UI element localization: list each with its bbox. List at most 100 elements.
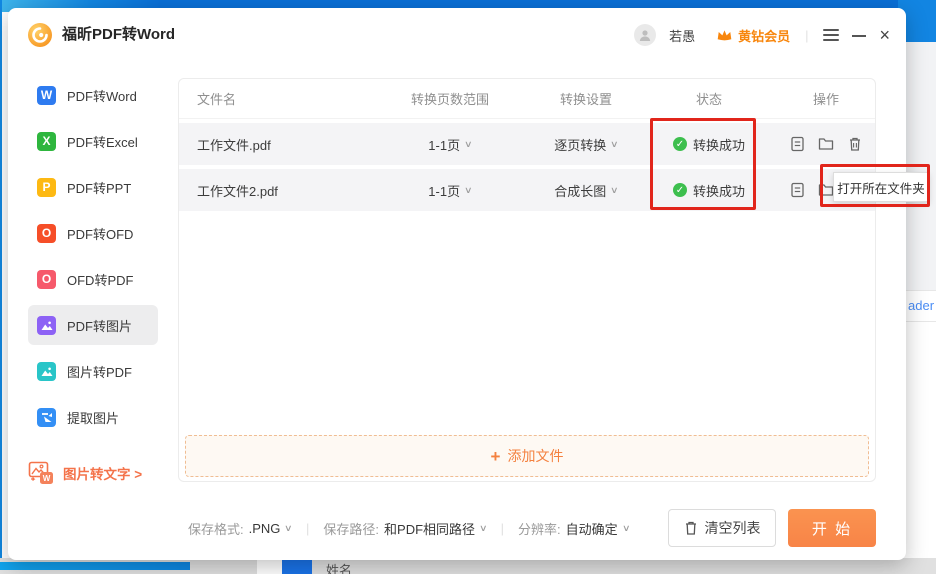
footer-divider: | (306, 521, 309, 536)
annotation-box-status-column (650, 118, 756, 210)
ofd-icon: O (37, 224, 56, 243)
open-folder-icon[interactable] (818, 136, 835, 153)
start-button[interactable]: 开 始 (788, 509, 876, 547)
resolution-value: 自动确定 (566, 519, 618, 538)
sidebar-item-label: PDF转Excel (67, 132, 138, 151)
page-range-dropdown[interactable]: 1-1页 ∨ (428, 181, 471, 200)
background-window-bottom: 姓名 (0, 558, 936, 574)
image-pdf-icon (37, 362, 56, 381)
chevron-down-icon: ∨ (610, 139, 619, 150)
sidebar-item-label: 提取图片 (67, 408, 119, 427)
background-bottom-blue-bar (0, 562, 190, 570)
user-avatar[interactable] (634, 24, 656, 46)
resolution-label: 分辨率: (518, 519, 561, 538)
add-files-label: 添加文件 (507, 446, 563, 466)
background-bottom-cell (257, 560, 282, 574)
table-header: 文件名 转换页数范围 转换设置 状态 操作 (179, 79, 875, 119)
chevron-down-icon: ∨ (622, 523, 631, 534)
ofd-pdf-icon: O (37, 270, 56, 289)
sidebar-item-ofd-to-pdf[interactable]: O OFD转PDF (28, 259, 158, 299)
word-icon: W (37, 86, 56, 105)
close-button[interactable]: × (879, 26, 890, 44)
svg-text:W: W (43, 474, 51, 483)
page-range-value: 1-1页 (428, 135, 460, 154)
column-header-setting: 转换设置 (531, 89, 641, 108)
sidebar-item-label: 图片转PDF (67, 362, 132, 381)
resolution-dropdown[interactable]: 分辨率: 自动确定 ∨ (518, 519, 629, 538)
image-to-text-icon: W (28, 461, 54, 485)
column-header-operations: 操作 (777, 89, 875, 108)
column-header-filename: 文件名 (179, 89, 369, 108)
background-bottom-blue-tab (282, 560, 312, 574)
save-path-dropdown[interactable]: 保存路径: 和PDF相同路径 ∨ (323, 519, 486, 538)
sidebar-item-pdf-to-ppt[interactable]: P PDF转PPT (28, 167, 158, 207)
trash-icon (684, 520, 698, 536)
column-header-page-range: 转换页数范围 (369, 89, 531, 108)
setting-value: 合成长图 (554, 181, 606, 200)
clear-list-label: 清空列表 (705, 518, 761, 538)
file-list-card: 文件名 转换页数范围 转换设置 状态 操作 工作文件.pdf 1-1页 ∨ 逐页… (178, 78, 876, 482)
image-icon (37, 316, 56, 335)
sidebar-item-label: PDF转图片 (67, 316, 132, 335)
excel-icon: X (37, 132, 56, 151)
footer-divider: | (501, 521, 504, 536)
sidebar-promo-image-to-text[interactable]: W 图片转文字 > (28, 451, 174, 495)
filename: 工作文件2.pdf (179, 181, 369, 200)
column-header-status: 状态 (641, 89, 777, 108)
view-file-icon[interactable] (789, 136, 806, 153)
sidebar-item-label: PDF转Word (67, 86, 137, 105)
background-field-label: 姓名 (326, 560, 352, 574)
sidebar-item-pdf-to-word[interactable]: W PDF转Word (28, 75, 158, 115)
sidebar-item-label: PDF转OFD (67, 224, 133, 243)
menu-icon[interactable] (823, 29, 839, 41)
sidebar: W PDF转Word X PDF转Excel P PDF转PPT O PDF转O… (8, 62, 176, 560)
sidebar-item-label: OFD转PDF (67, 270, 133, 289)
page-range-dropdown[interactable]: 1-1页 ∨ (428, 135, 471, 154)
background-window-link: ader (906, 290, 936, 322)
sidebar-item-extract-image[interactable]: 提取图片 (28, 397, 158, 437)
setting-dropdown[interactable]: 逐页转换 ∨ (554, 135, 618, 154)
setting-value: 逐页转换 (554, 135, 606, 154)
person-icon (638, 28, 652, 42)
chevron-down-icon: ∨ (284, 523, 293, 534)
background-window-edge (0, 0, 2, 568)
titlebar: 福昕PDF转Word 若愚 黄钻会员 | × (8, 8, 906, 62)
background-window-content (906, 322, 936, 558)
crown-icon (716, 28, 733, 42)
app-title: 福昕PDF转Word (62, 8, 175, 62)
view-file-icon[interactable] (789, 182, 806, 199)
membership-label: 黄钻会员 (738, 26, 790, 45)
footer-toolbar: 保存格式: .PNG ∨ | 保存路径: 和PDF相同路径 ∨ | 分辨率: 自… (188, 502, 876, 554)
save-format-label: 保存格式: (188, 519, 244, 538)
save-format-value: .PNG (249, 521, 281, 536)
sidebar-item-label: PDF转PPT (67, 178, 131, 197)
chevron-down-icon: ∨ (479, 523, 488, 534)
save-path-label: 保存路径: (323, 519, 379, 538)
app-logo-icon (28, 23, 52, 47)
plus-icon: + (491, 448, 501, 465)
page-range-value: 1-1页 (428, 181, 460, 200)
delete-icon[interactable] (847, 136, 864, 153)
header-divider: | (805, 28, 808, 43)
table-row: 工作文件.pdf 1-1页 ∨ 逐页转换 ∨ ✓ 转换成功 (179, 123, 875, 165)
chevron-down-icon: ∨ (610, 185, 619, 196)
chevron-down-icon: ∨ (464, 139, 473, 150)
filename: 工作文件.pdf (179, 135, 369, 154)
table-row: 工作文件2.pdf 1-1页 ∨ 合成长图 ∨ ✓ 转换成功 (179, 169, 875, 211)
add-files-button[interactable]: + 添加文件 (185, 435, 869, 477)
setting-dropdown[interactable]: 合成长图 ∨ (554, 181, 618, 200)
ppt-icon: P (37, 178, 56, 197)
chevron-down-icon: ∨ (464, 185, 473, 196)
sidebar-item-image-to-pdf[interactable]: 图片转PDF (28, 351, 158, 391)
sidebar-item-pdf-to-excel[interactable]: X PDF转Excel (28, 121, 158, 161)
sidebar-item-pdf-to-ofd[interactable]: O PDF转OFD (28, 213, 158, 253)
membership-badge[interactable]: 黄钻会员 (716, 26, 790, 45)
extract-image-icon (37, 408, 56, 427)
minimize-button[interactable] (852, 35, 866, 37)
promo-label: 图片转文字 > (63, 463, 142, 483)
save-format-dropdown[interactable]: 保存格式: .PNG ∨ (188, 519, 292, 538)
user-name[interactable]: 若愚 (669, 26, 695, 45)
save-path-value: 和PDF相同路径 (384, 519, 475, 538)
sidebar-item-pdf-to-image[interactable]: PDF转图片 (28, 305, 158, 345)
clear-list-button[interactable]: 清空列表 (668, 509, 776, 547)
